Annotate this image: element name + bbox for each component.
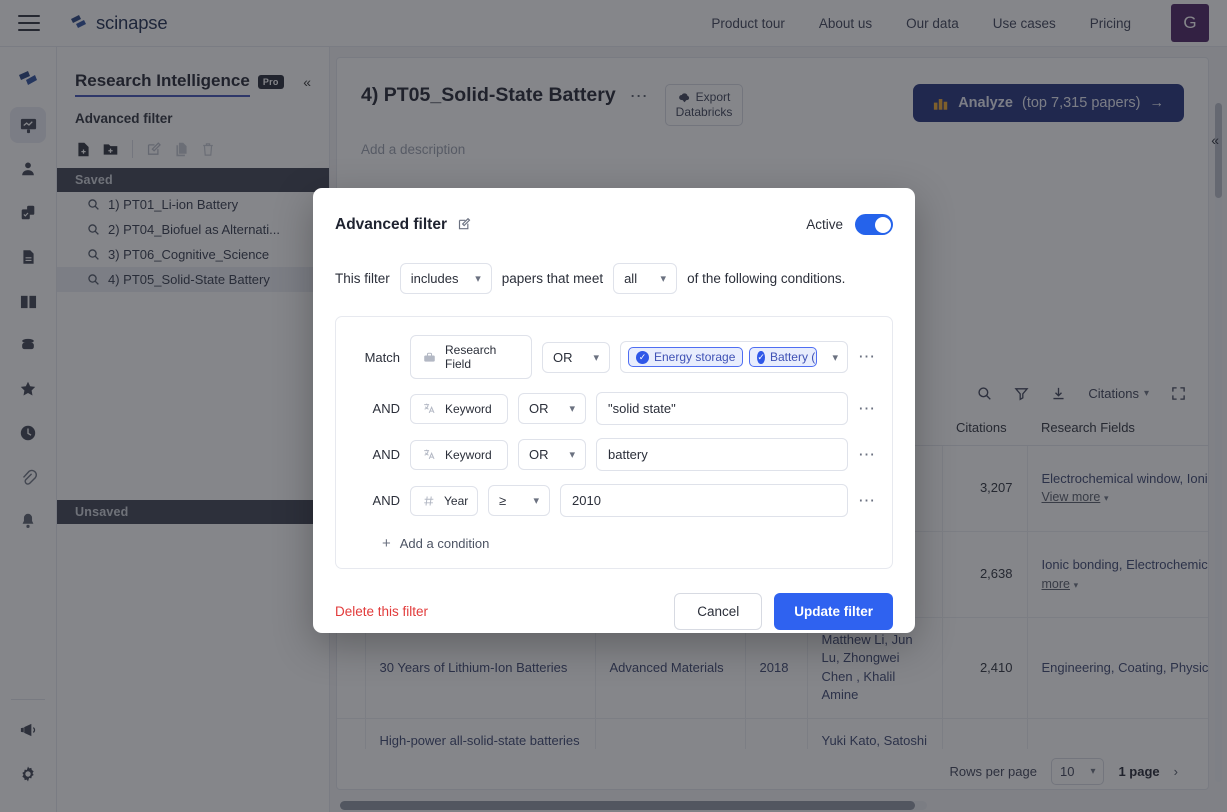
condition-prefix: AND	[372, 493, 400, 508]
modal-title: Advanced filter	[335, 215, 447, 233]
sentence-suffix: of the following conditions.	[687, 271, 846, 286]
condition-operator-value: OR	[529, 401, 549, 416]
condition-field-label: Research Field	[445, 343, 497, 371]
value-chip-label: Battery (	[769, 350, 816, 364]
conditions-container: Match Research Field OR ▾ ✓ Energy stora…	[335, 316, 893, 569]
condition-operator-select[interactable]: OR ▾	[518, 393, 586, 424]
condition-more-options-icon[interactable]: ⋯	[858, 445, 876, 465]
filter-sentence: This filter includes ▾ papers that meet …	[335, 263, 893, 294]
sentence-middle: papers that meet	[501, 271, 604, 286]
condition-field-select[interactable]: Keyword	[410, 439, 508, 470]
plus-icon: +	[382, 535, 391, 552]
condition-field-label: Keyword	[445, 401, 492, 416]
screen: scinapse Product tour About us Our data …	[0, 0, 1227, 812]
condition-operator-select[interactable]: OR ▾	[518, 439, 586, 470]
condition-field-label: Keyword	[445, 447, 492, 462]
condition-more-options-icon[interactable]: ⋯	[858, 399, 876, 419]
condition-value-chips[interactable]: ✓ Energy storage ✓ Battery ( ▾	[620, 341, 848, 373]
include-mode-select[interactable]: includes ▾	[399, 263, 492, 294]
chevron-down-icon: ▾	[660, 273, 667, 285]
briefcase-icon	[423, 351, 436, 364]
condition-row-3: AND Keyword OR ▾ ⋯	[352, 438, 876, 471]
condition-operator-select[interactable]: OR ▾	[542, 341, 610, 373]
modal-footer: Delete this filter Cancel Update filter	[335, 593, 893, 630]
condition-field-label: Year	[444, 493, 469, 508]
active-toggle-group: Active	[806, 214, 893, 235]
advanced-filter-modal: Advanced filter Active This filter inclu…	[313, 188, 915, 633]
modal-header: Advanced filter Active	[335, 214, 893, 235]
chevron-down-icon: ▾	[569, 403, 575, 415]
condition-field-select[interactable]: Keyword	[410, 393, 508, 424]
value-chip[interactable]: ✓ Battery (	[749, 347, 818, 367]
chevron-down-icon: ▾	[593, 351, 599, 364]
condition-field-select[interactable]: Year	[410, 485, 478, 516]
add-condition-label: Add a condition	[399, 536, 490, 551]
condition-field-select[interactable]: Research Field	[410, 335, 532, 379]
edit-title-icon[interactable]	[457, 217, 472, 232]
condition-row-1: Match Research Field OR ▾ ✓ Energy stora…	[352, 335, 876, 379]
update-filter-button[interactable]: Update filter	[774, 593, 893, 630]
delete-filter-link[interactable]: Delete this filter	[335, 604, 428, 619]
sentence-prefix: This filter	[335, 271, 390, 286]
cancel-button[interactable]: Cancel	[674, 593, 763, 630]
condition-value-input[interactable]	[560, 484, 848, 517]
condition-operator-select[interactable]: ≥ ▾	[488, 485, 550, 516]
condition-prefix: AND	[372, 401, 400, 416]
condition-prefix: AND	[372, 447, 400, 462]
add-condition-button[interactable]: + Add a condition	[382, 535, 876, 552]
include-mode-value: includes	[410, 271, 459, 286]
hash-icon	[423, 495, 435, 507]
check-icon: ✓	[636, 350, 649, 364]
value-chip-label: Energy storage	[654, 350, 736, 364]
chevron-down-icon: ▾	[569, 449, 575, 461]
check-icon: ✓	[757, 350, 765, 364]
value-chip[interactable]: ✓ Energy storage	[628, 347, 744, 367]
match-mode-value: all	[624, 271, 638, 286]
chevron-down-icon[interactable]: ▾	[832, 351, 840, 364]
match-mode-select[interactable]: all ▾	[613, 263, 678, 294]
condition-operator-value: OR	[529, 447, 549, 462]
condition-prefix: Match	[364, 349, 400, 365]
condition-row-2: AND Keyword OR ▾ ⋯	[352, 392, 876, 425]
condition-more-options-icon[interactable]: ⋯	[858, 491, 876, 511]
chevron-down-icon: ▾	[475, 273, 481, 285]
translate-icon	[423, 448, 436, 461]
condition-more-options-icon[interactable]: ⋯	[858, 347, 876, 367]
active-toggle[interactable]	[855, 214, 893, 235]
translate-icon	[423, 402, 436, 415]
condition-row-4: AND Year ≥ ▾ ⋯	[352, 484, 876, 517]
chevron-down-icon: ▾	[533, 495, 539, 507]
active-label: Active	[806, 217, 843, 232]
condition-value-input[interactable]	[596, 438, 848, 471]
condition-operator-value: ≥	[499, 493, 507, 508]
condition-value-input[interactable]	[596, 392, 848, 425]
condition-operator-value: OR	[553, 349, 573, 365]
